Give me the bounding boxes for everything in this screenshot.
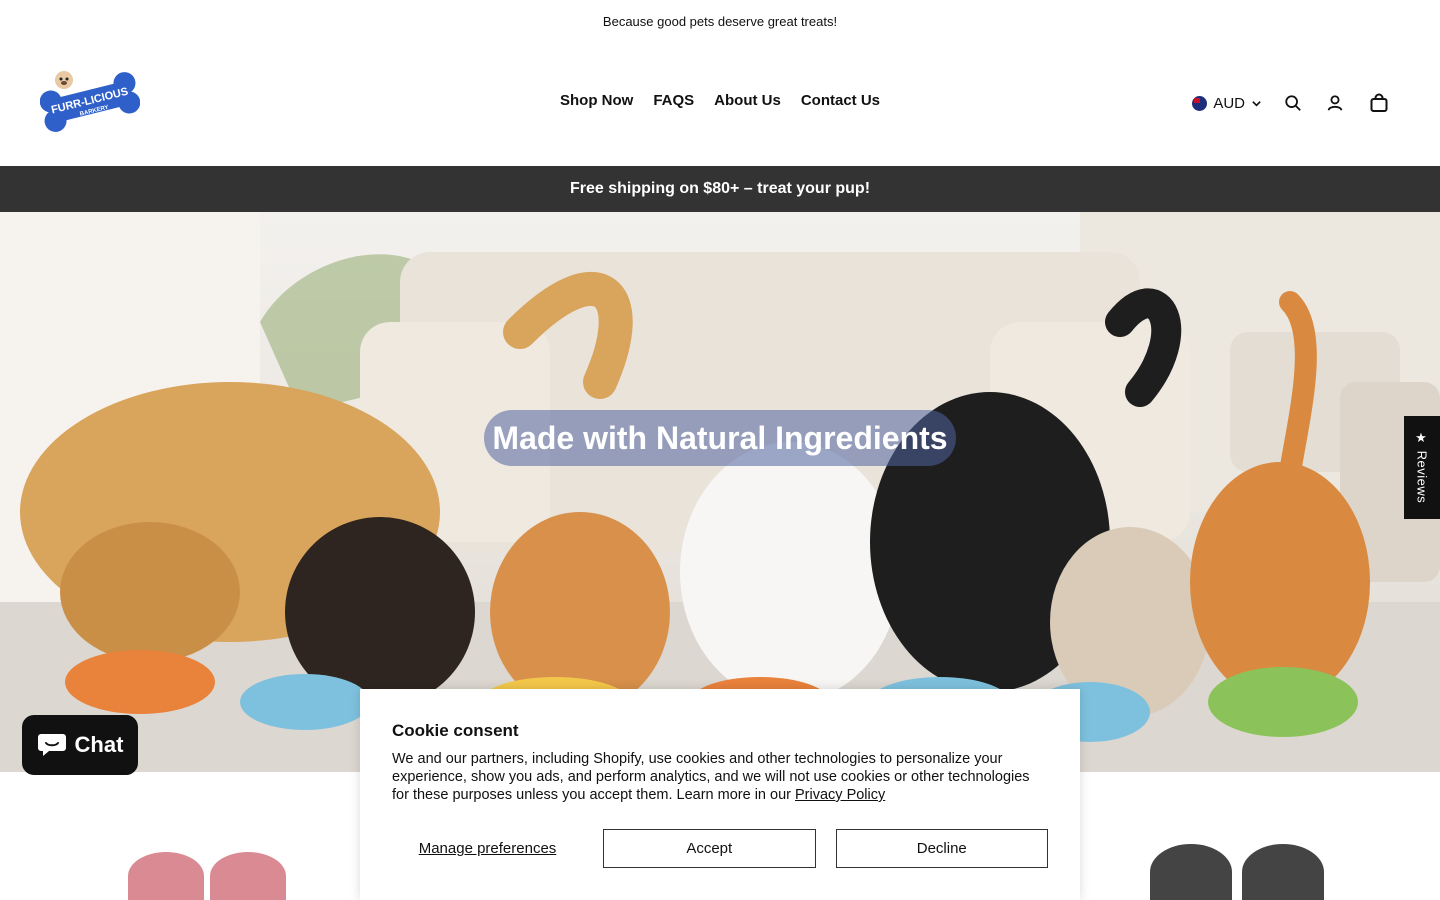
- privacy-policy-link[interactable]: Privacy Policy: [795, 787, 885, 803]
- cookie-consent-dialog: Cookie consent We and our partners, incl…: [360, 689, 1080, 900]
- cookie-actions: Manage preferences Accept Decline: [392, 829, 1048, 868]
- hero-image: [0, 212, 1440, 772]
- product-blob-left-2: [210, 852, 286, 900]
- announcement-bar: Because good pets deserve great treats!: [0, 0, 1440, 42]
- nav-about-us[interactable]: About Us: [714, 92, 781, 109]
- hero-banner: Made with Natural Ingredients: [0, 212, 1440, 772]
- hero-heading-pill: Made with Natural Ingredients: [484, 410, 956, 466]
- site-header: FURR-LICIOUS BARKERY Shop Now FAQS About…: [0, 42, 1440, 166]
- product-blob-right-2: [1242, 844, 1324, 900]
- account-icon[interactable]: [1324, 92, 1346, 114]
- manage-preferences-link[interactable]: Manage preferences: [392, 840, 583, 857]
- cookie-body-text: We and our partners, including Shopify, …: [392, 751, 1030, 803]
- chat-label: Chat: [74, 732, 124, 757]
- australia-flag-icon: [1192, 95, 1208, 111]
- promo-text: Free shipping on $80+ – treat your pup!: [569, 180, 871, 197]
- currency-code: AUD: [1213, 94, 1245, 112]
- cookie-description: We and our partners, including Shopify, …: [392, 750, 1048, 804]
- chat-button[interactable]: Chat: [22, 715, 138, 775]
- chevron-down-icon: [1252, 100, 1261, 107]
- hero-heading: Made with Natural Ingredients: [492, 419, 948, 456]
- chat-bubble-icon: [37, 734, 66, 756]
- reviews-tab-label: ★ Reviews: [1414, 431, 1430, 504]
- promo-bar: Free shipping on $80+ – treat your pup!: [0, 166, 1440, 212]
- search-icon[interactable]: [1282, 92, 1304, 114]
- header-actions: AUD: [1192, 92, 1390, 114]
- nav-faqs[interactable]: FAQS: [653, 92, 694, 109]
- reviews-tab[interactable]: ★ Reviews: [1404, 416, 1440, 519]
- nav-shop-now[interactable]: Shop Now: [560, 92, 633, 109]
- currency-selector[interactable]: AUD: [1192, 95, 1262, 112]
- decline-button[interactable]: Decline: [835, 829, 1048, 868]
- product-blob-left-1: [128, 852, 204, 900]
- accept-button[interactable]: Accept: [603, 829, 816, 868]
- product-blob-right-1: [1150, 844, 1232, 900]
- nav-contact-us[interactable]: Contact Us: [801, 92, 880, 109]
- announcement-text: Because good pets deserve great treats!: [602, 13, 838, 29]
- cookie-title: Cookie consent: [392, 721, 519, 740]
- cart-icon[interactable]: [1368, 92, 1390, 114]
